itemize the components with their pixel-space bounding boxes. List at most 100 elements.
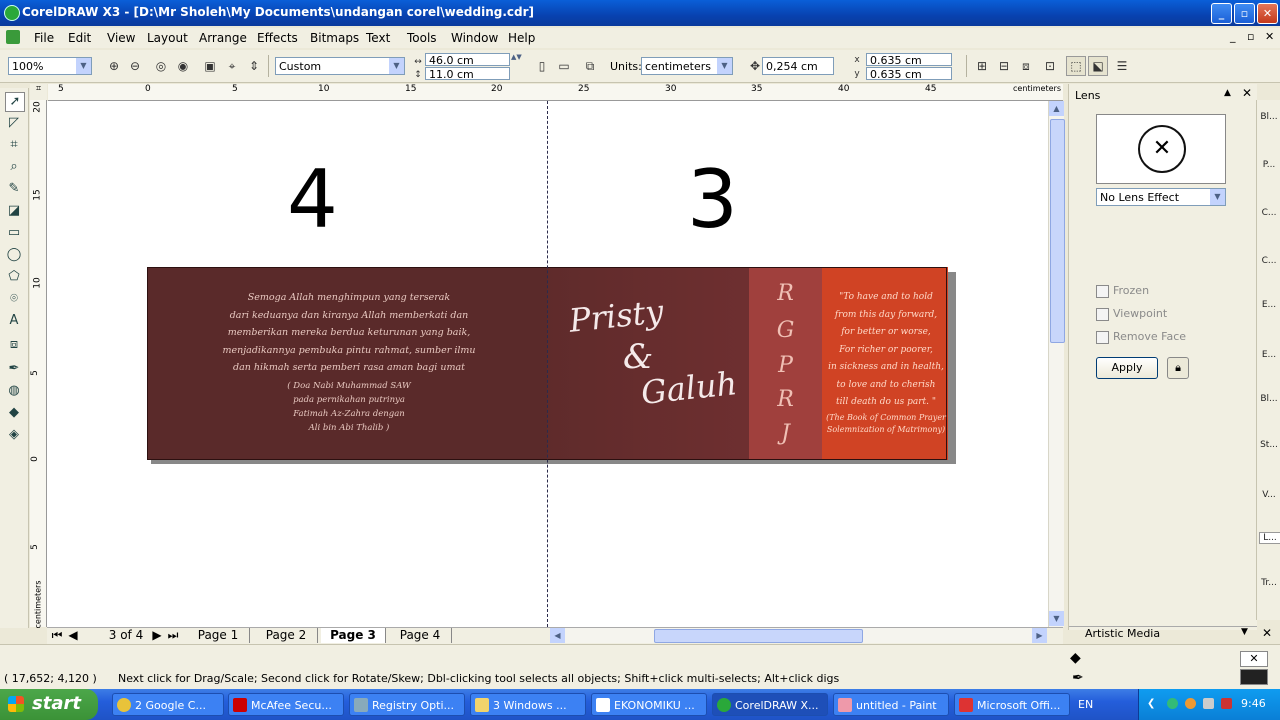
- units-combo[interactable]: centimeters ▼: [641, 57, 733, 75]
- vertical-guideline[interactable]: [547, 101, 548, 627]
- zoom-selected-icon[interactable]: ◎: [151, 56, 171, 76]
- docker-tab[interactable]: C...: [1259, 208, 1279, 218]
- monogram-letter[interactable]: R: [749, 387, 822, 412]
- zoom-width-icon[interactable]: ⌖: [222, 56, 242, 76]
- interactive-fill-icon[interactable]: ◈: [5, 426, 23, 444]
- docker-tab[interactable]: Tr...: [1259, 578, 1279, 588]
- docker-close-icon[interactable]: ✕: [1242, 86, 1252, 100]
- menu-file[interactable]: File: [34, 31, 54, 45]
- docker-tab[interactable]: Bl...: [1259, 394, 1279, 404]
- zoom-out-icon[interactable]: ⊖: [125, 56, 145, 76]
- duplicate-x-field[interactable]: 0.635 cm: [866, 53, 952, 67]
- page-tab-4[interactable]: Page 4: [389, 628, 452, 643]
- tray-expand-icon[interactable]: ❮: [1147, 698, 1155, 709]
- docker-tab[interactable]: C...: [1259, 256, 1279, 266]
- security-icon[interactable]: [1221, 698, 1232, 709]
- snap-guides-icon[interactable]: ⊟: [994, 56, 1014, 76]
- basic-shapes-icon[interactable]: ⌾: [5, 290, 23, 308]
- page-tab-3[interactable]: Page 3: [321, 628, 386, 643]
- page-height-field[interactable]: 11.0 cm: [425, 67, 510, 81]
- nudge-field[interactable]: 0,254 cm: [762, 57, 834, 75]
- horizontal-ruler[interactable]: 5 0 5 10 15 20 25 30 35 40 45 centimeter…: [48, 84, 1063, 101]
- docker-tab[interactable]: V...: [1259, 490, 1279, 500]
- draw-layout-icon[interactable]: ⬕: [1088, 56, 1108, 76]
- task-mcafee[interactable]: McAfee Secu...: [228, 693, 344, 716]
- task-microsoft-office[interactable]: Microsoft Offi...: [954, 693, 1070, 716]
- docker-tab[interactable]: St...: [1259, 440, 1279, 450]
- last-page-button[interactable]: ⏭: [167, 628, 179, 643]
- menu-help[interactable]: Help: [508, 31, 535, 45]
- landscape-icon[interactable]: ▭: [554, 56, 574, 76]
- prayer-text[interactable]: Semoga Allah menghimpun yang terserak da…: [165, 289, 533, 435]
- zoom-tool-icon[interactable]: ⌕: [5, 158, 23, 176]
- pick-tool-icon[interactable]: ➚: [5, 92, 25, 112]
- menu-arrange[interactable]: Arrange: [199, 31, 247, 45]
- outline-pen-icon[interactable]: ✒: [1072, 670, 1084, 686]
- zoom-all-icon[interactable]: ◉: [173, 56, 193, 76]
- ampersand[interactable]: &: [623, 337, 653, 377]
- zoom-height-icon[interactable]: ⇕: [244, 56, 264, 76]
- viewpoint-checkbox[interactable]: Viewpoint: [1096, 307, 1167, 321]
- frozen-checkbox[interactable]: Frozen: [1096, 284, 1149, 298]
- docker-tab[interactable]: Bl...: [1259, 112, 1279, 122]
- horizontal-scrollbar[interactable]: ◀ ▶: [550, 628, 1047, 643]
- doc-close-button[interactable]: ✕: [1265, 30, 1274, 43]
- monogram-letter[interactable]: P: [749, 353, 822, 378]
- scroll-right-button[interactable]: ▶: [1032, 628, 1047, 643]
- eyedropper-icon[interactable]: ✒: [5, 360, 23, 378]
- smart-fill-icon[interactable]: ◪: [5, 202, 23, 220]
- zoom-in-icon[interactable]: ⊕: [104, 56, 124, 76]
- monogram-letter[interactable]: R: [749, 281, 822, 306]
- menu-view[interactable]: View: [107, 31, 135, 45]
- horizontal-scroll-thumb[interactable]: [654, 629, 863, 643]
- page-width-field[interactable]: 46.0 cm: [425, 53, 510, 67]
- start-button[interactable]: start: [0, 689, 98, 720]
- docker-tab[interactable]: E...: [1259, 300, 1279, 310]
- docker-tab-active[interactable]: L...: [1259, 532, 1280, 544]
- ruler-origin[interactable]: ⌗: [30, 84, 47, 100]
- scroll-left-button[interactable]: ◀: [550, 628, 565, 643]
- treat-as-filled-icon[interactable]: ⬚: [1066, 56, 1086, 76]
- crop-tool-icon[interactable]: ⌗: [5, 136, 23, 154]
- menu-bitmaps[interactable]: Bitmaps: [310, 31, 359, 45]
- rectangle-tool-icon[interactable]: ▭: [5, 224, 23, 242]
- doc-minimize-button[interactable]: _: [1230, 30, 1236, 43]
- lock-icon[interactable]: 🔒︎: [1167, 357, 1189, 379]
- monogram-letter[interactable]: J: [749, 421, 822, 446]
- monogram-letter[interactable]: G: [749, 318, 822, 343]
- fill-bucket-icon[interactable]: ◆: [1070, 650, 1081, 666]
- task-registry[interactable]: Registry Opti...: [349, 693, 465, 716]
- menu-text[interactable]: Text: [366, 31, 390, 45]
- menu-window[interactable]: Window: [451, 31, 498, 45]
- artistic-media-close-icon[interactable]: ✕: [1262, 626, 1272, 640]
- menu-edit[interactable]: Edit: [68, 31, 91, 45]
- polygon-tool-icon[interactable]: ⬠: [5, 268, 23, 286]
- first-page-button[interactable]: ⏮: [51, 628, 63, 643]
- apply-button[interactable]: Apply: [1096, 357, 1158, 379]
- close-button[interactable]: ✕: [1257, 3, 1278, 24]
- remove-face-checkbox[interactable]: Remove Face: [1096, 330, 1186, 344]
- task-paint[interactable]: untitled - Paint: [833, 693, 949, 716]
- duplicate-y-field[interactable]: 0.635 cm: [866, 67, 952, 81]
- outline-tool-icon[interactable]: ◍: [5, 382, 23, 400]
- task-ekonomiku[interactable]: EKONOMIKU ...: [591, 693, 707, 716]
- snap-grid-icon[interactable]: ⊞: [972, 56, 992, 76]
- shape-tool-icon[interactable]: ◸: [5, 114, 23, 132]
- collapse-arrow-icon[interactable]: ▲: [1224, 88, 1231, 98]
- zoom-page-icon[interactable]: ▣: [200, 56, 220, 76]
- language-indicator[interactable]: EN: [1078, 698, 1093, 711]
- task-coreldraw[interactable]: CorelDRAW X...: [712, 693, 828, 716]
- page-size-combo[interactable]: Custom ▼: [275, 57, 405, 75]
- menu-tools[interactable]: Tools: [407, 31, 437, 45]
- interactive-blend-icon[interactable]: ⧈: [5, 336, 23, 354]
- text-tool-icon[interactable]: A: [5, 312, 23, 330]
- fill-tool-icon[interactable]: ◆: [5, 404, 23, 422]
- no-fill-swatch[interactable]: ✕: [1240, 651, 1268, 667]
- drawing-canvas[interactable]: 4 3 Semoga Allah menghimpun yang tersera…: [47, 101, 1048, 627]
- chevron-down-icon[interactable]: ▼: [1241, 627, 1248, 637]
- vertical-ruler[interactable]: 20 15 10 5 0 5 centimeters: [30, 100, 47, 628]
- tray-app-icon[interactable]: [1185, 698, 1196, 709]
- dynamic-guides-icon[interactable]: ⊡: [1040, 56, 1060, 76]
- spin-up-icon[interactable]: ▲▼: [511, 53, 522, 61]
- vow-text[interactable]: "To have and to hold from this day forwa…: [825, 289, 947, 436]
